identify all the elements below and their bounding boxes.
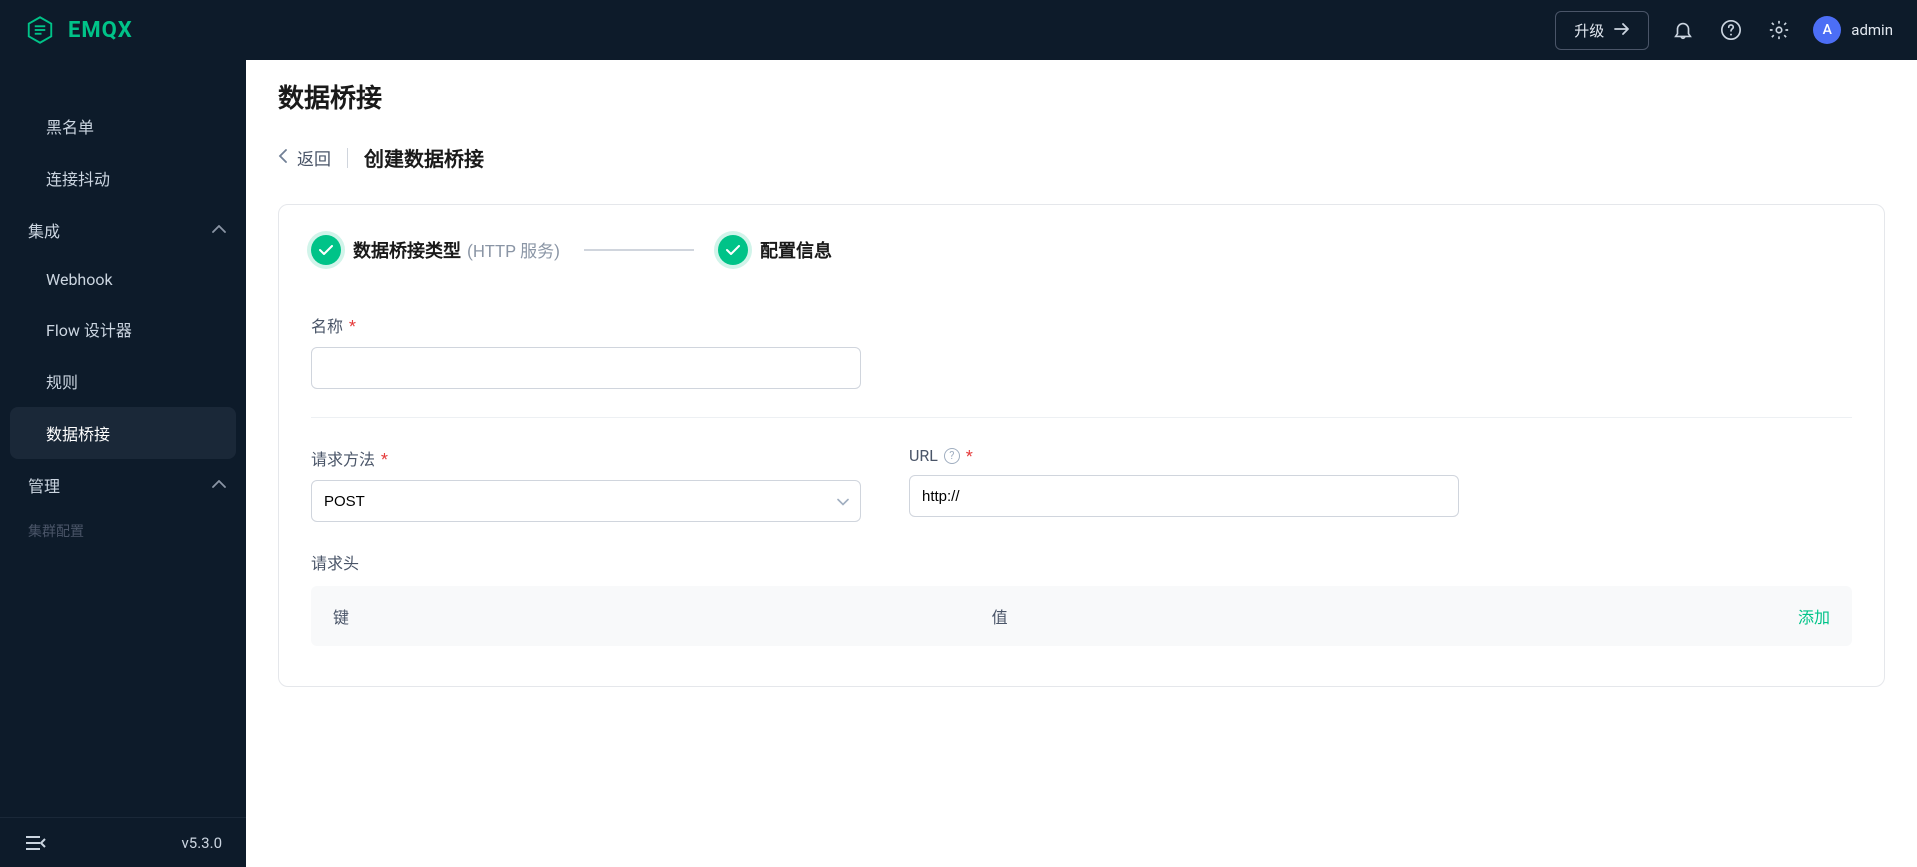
chevron-left-icon <box>278 148 287 168</box>
steps: 数据桥接类型(HTTP 服务) 配置信息 <box>311 235 1852 265</box>
avatar: A <box>1813 16 1841 44</box>
required-marker: * <box>966 446 973 465</box>
breadcrumb-divider <box>347 148 348 168</box>
form-card: 数据桥接类型(HTTP 服务) 配置信息 名 <box>278 204 1885 687</box>
sidebar-item-webhook[interactable]: Webhook <box>0 256 246 303</box>
help-icon[interactable] <box>1717 16 1745 44</box>
main-content: 数据桥接 返回 创建数据桥接 <box>246 60 1917 867</box>
required-marker: * <box>381 449 388 468</box>
upgrade-button[interactable]: 升级 <box>1555 11 1649 50</box>
step-connector <box>584 249 694 251</box>
sidebar-item-data-bridge[interactable]: 数据桥接 <box>10 407 236 459</box>
brand-logo-icon <box>24 14 56 46</box>
form-row-name: 名称 * <box>311 313 1852 389</box>
username: admin <box>1851 21 1893 39</box>
headers-col-key: 键 <box>333 604 992 628</box>
check-circle-icon <box>718 235 748 265</box>
url-input[interactable] <box>909 475 1459 517</box>
headers-table: 键 值 添加 <box>311 586 1852 646</box>
arrow-right-icon <box>1614 22 1630 39</box>
brand: EMQX <box>24 14 133 46</box>
step-label: 数据桥接类型(HTTP 服务) <box>353 237 560 263</box>
user-menu[interactable]: A admin <box>1813 16 1893 44</box>
form-row-url: URL ? * <box>909 446 1459 522</box>
headers-col-value: 值 <box>992 604 1651 628</box>
help-icon[interactable]: ? <box>944 448 960 464</box>
step-config[interactable]: 配置信息 <box>718 235 832 265</box>
collapse-sidebar-icon[interactable] <box>24 834 46 852</box>
sidebar-item-rules[interactable]: 规则 <box>0 355 246 407</box>
gear-icon[interactable] <box>1765 16 1793 44</box>
sidebar-item-blacklist[interactable]: 黑名单 <box>0 100 246 152</box>
required-marker: * <box>349 316 356 335</box>
version-label: v5.3.0 <box>182 834 222 852</box>
chevron-up-icon <box>212 221 226 240</box>
method-label: 请求方法 * <box>311 446 861 470</box>
sidebar-item-flapping[interactable]: 连接抖动 <box>0 152 246 204</box>
check-circle-icon <box>311 235 341 265</box>
back-label: 返回 <box>297 145 331 170</box>
step-bridge-type[interactable]: 数据桥接类型(HTTP 服务) <box>311 235 560 265</box>
form-divider <box>311 417 1852 418</box>
sidebar-footer: v5.3.0 <box>0 817 246 867</box>
name-input[interactable] <box>311 347 861 389</box>
step-label: 配置信息 <box>760 237 832 263</box>
headers-add-button[interactable]: 添加 <box>1650 604 1830 628</box>
sidebar-group-management[interactable]: 管理 <box>0 459 246 511</box>
name-label: 名称 * <box>311 313 1852 337</box>
breadcrumb: 返回 创建数据桥接 <box>278 143 1885 172</box>
brand-name: EMQX <box>68 18 133 43</box>
breadcrumb-current: 创建数据桥接 <box>364 143 484 172</box>
bell-icon[interactable] <box>1669 16 1697 44</box>
sidebar: 黑名单 连接抖动 集成 Webhook Flow 设计器 规则 数据桥接 管理 … <box>0 60 246 867</box>
url-label: URL ? * <box>909 446 1459 465</box>
back-button[interactable]: 返回 <box>278 145 331 170</box>
form-row-method: 请求方法 * <box>311 446 861 522</box>
method-value[interactable] <box>311 480 861 522</box>
topbar: EMQX 升级 A admin <box>0 0 1917 60</box>
sidebar-group-integration[interactable]: 集成 <box>0 204 246 256</box>
form-row-headers: 请求头 键 值 添加 <box>311 550 1852 646</box>
sidebar-item-flow-designer[interactable]: Flow 设计器 <box>0 303 246 355</box>
page-title: 数据桥接 <box>278 78 1885 115</box>
headers-label: 请求头 <box>311 550 1852 574</box>
sidebar-truncated-item: 集群配置 <box>0 511 246 541</box>
method-select[interactable] <box>311 480 861 522</box>
upgrade-label: 升级 <box>1574 20 1604 41</box>
chevron-up-icon <box>212 476 226 495</box>
